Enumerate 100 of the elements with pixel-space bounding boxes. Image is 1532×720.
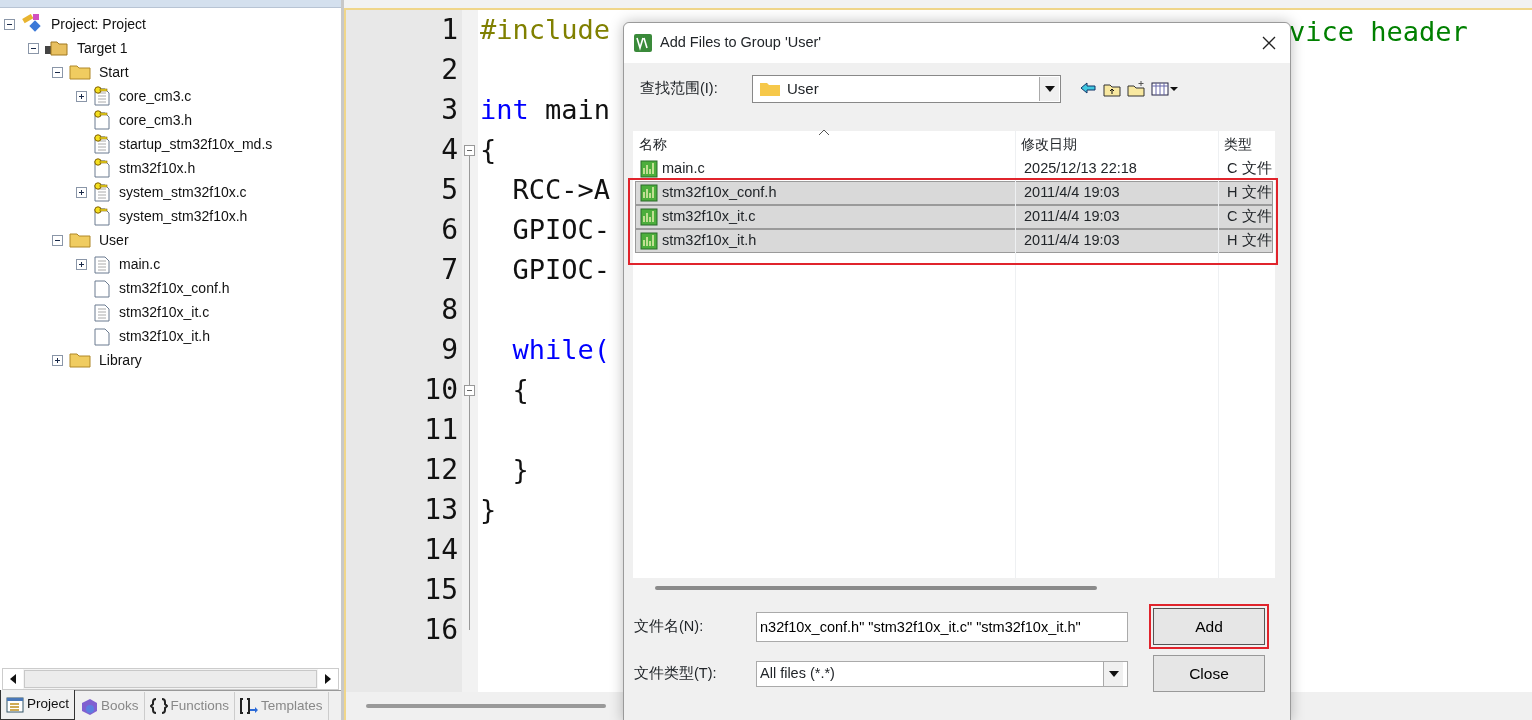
code-line: RCC->A — [511, 174, 611, 205]
expand-toggle-icon[interactable] — [28, 42, 39, 54]
scroll-right-icon[interactable] — [324, 674, 332, 684]
file-icon — [640, 184, 658, 202]
file-name: stm32f10x_it.h — [662, 231, 757, 251]
view-menu-icon[interactable] — [1151, 80, 1179, 98]
expand-toggle-icon[interactable] — [76, 90, 87, 102]
line-number: 5 — [440, 172, 459, 208]
code-line: GPIOC- — [511, 214, 611, 245]
dropdown-arrow-icon — [1044, 86, 1055, 92]
template-icon — [240, 697, 259, 715]
line-number: 13 — [423, 492, 459, 528]
project-tab-icon — [6, 695, 24, 714]
file-date: 2011/4/4 19:03 — [1023, 183, 1121, 203]
code-line: } — [511, 454, 529, 485]
file-row[interactable]: stm32f10x_it.h 2011/4/4 19:03 H 文件 — [635, 229, 1273, 253]
column-header[interactable]: 修改日期 — [1015, 133, 1218, 155]
file-date: 2011/4/4 19:03 — [1023, 231, 1121, 251]
code-line: { — [480, 134, 497, 165]
file-type-dropdown[interactable]: All files (*.*) — [756, 660, 1128, 687]
folder-dropdown[interactable]: User — [752, 75, 1061, 103]
line-number: 9 — [440, 332, 459, 368]
file-name: main.c — [662, 159, 705, 179]
file-type: C 文件 — [1226, 159, 1272, 179]
column-header[interactable]: 类型 — [1218, 133, 1275, 155]
line-number: 1 — [440, 12, 459, 48]
project-icon — [21, 14, 43, 34]
expand-toggle-icon[interactable] — [52, 66, 63, 78]
tree-item[interactable]: system_stm32f10x.h — [119, 205, 248, 227]
file-type: H 文件 — [1226, 183, 1272, 203]
field-label: 文件类型(T): — [634, 663, 718, 683]
braces-icon — [149, 697, 168, 715]
tree-item[interactable]: stm32f10x_it.h — [119, 325, 211, 347]
expand-toggle-icon[interactable] — [52, 234, 63, 246]
folder-icon — [69, 63, 91, 81]
line-number: 16 — [423, 612, 459, 648]
dropdown-arrow-icon — [1108, 670, 1119, 677]
line-number: 7 — [440, 252, 459, 288]
tree-item[interactable]: system_stm32f10x.c — [119, 181, 247, 203]
line-number: 6 — [440, 212, 459, 248]
file-icon — [640, 208, 658, 226]
scroll-thumb[interactable] — [655, 586, 1097, 590]
scroll-thumb[interactable] — [24, 670, 317, 688]
line-number: 4 — [440, 132, 459, 168]
tree-item[interactable]: stm32f10x_it.c — [119, 301, 210, 323]
tree-item[interactable]: Start — [99, 61, 129, 83]
tree-item[interactable]: core_cm3.c — [119, 85, 192, 107]
target-folder-icon — [45, 39, 69, 57]
code-line: GPIOC- — [511, 254, 611, 285]
folder-icon — [759, 80, 781, 98]
tree-item[interactable]: Target 1 — [77, 37, 128, 59]
scroll-thumb[interactable] — [366, 704, 606, 708]
file-type: H 文件 — [1226, 231, 1272, 251]
expand-toggle-icon[interactable] — [76, 258, 87, 270]
file-row[interactable]: main.c 2025/12/13 22:18 C 文件 — [635, 157, 1273, 181]
code-line: int main — [480, 94, 611, 125]
tree-item[interactable]: stm32f10x_conf.h — [119, 277, 230, 299]
app-icon — [634, 34, 652, 52]
line-number: 10 — [423, 372, 459, 408]
fold-toggle-icon[interactable] — [464, 145, 475, 156]
fold-toggle-icon[interactable] — [464, 385, 475, 396]
new-folder-icon[interactable] — [1127, 80, 1145, 98]
field-label: 查找范围(I): — [640, 79, 719, 99]
expand-toggle-icon[interactable] — [52, 354, 63, 366]
tree-item[interactable]: main.c — [119, 253, 161, 275]
code-line: { — [511, 374, 529, 405]
file-icon — [640, 232, 658, 250]
book-icon — [80, 697, 99, 715]
field-label: 文件名(N): — [634, 616, 705, 636]
expand-toggle-icon[interactable] — [76, 186, 87, 198]
close-icon — [1262, 36, 1276, 51]
tree-item[interactable]: core_cm3.h — [119, 109, 193, 131]
tree-item[interactable]: Library — [99, 349, 142, 371]
file-row[interactable]: stm32f10x_conf.h 2011/4/4 19:03 H 文件 — [635, 181, 1273, 205]
close-button[interactable]: Close — [1153, 655, 1265, 692]
file-icon — [640, 160, 658, 178]
code-line: while( — [511, 334, 611, 365]
file-row[interactable]: stm32f10x_it.c 2011/4/4 19:03 C 文件 — [635, 205, 1273, 229]
line-number: 15 — [423, 572, 459, 608]
line-number: 2 — [440, 52, 459, 88]
column-header[interactable]: 名称 — [633, 133, 1015, 155]
tree-item[interactable]: Project: Project — [51, 13, 146, 35]
scroll-left-icon[interactable] — [9, 674, 17, 684]
window-title: Add Files to Group 'User' — [660, 33, 822, 53]
line-number: 3 — [440, 92, 459, 128]
file-name: stm32f10x_conf.h — [662, 183, 777, 203]
file-type: C 文件 — [1226, 207, 1272, 227]
expand-toggle-icon[interactable] — [4, 18, 15, 30]
tree-item[interactable]: User — [99, 229, 129, 251]
file-name-field[interactable]: n32f10x_conf.h" "stm32f10x_it.c" "stm32f10x_it.h" — [756, 611, 1128, 642]
tree-item[interactable]: stm32f10x.h — [119, 157, 196, 179]
tree-item[interactable]: startup_stm32f10x_md.s — [119, 133, 273, 155]
line-number: 12 — [423, 452, 459, 488]
code-comment: vice header — [1289, 15, 1468, 49]
folder-icon — [69, 351, 91, 369]
folder-icon — [69, 231, 91, 249]
file-date: 2011/4/4 19:03 — [1023, 207, 1121, 227]
code-line: #include — [480, 14, 611, 45]
line-number: 14 — [423, 532, 459, 568]
panel-tab[interactable]: Project — [0, 690, 76, 720]
